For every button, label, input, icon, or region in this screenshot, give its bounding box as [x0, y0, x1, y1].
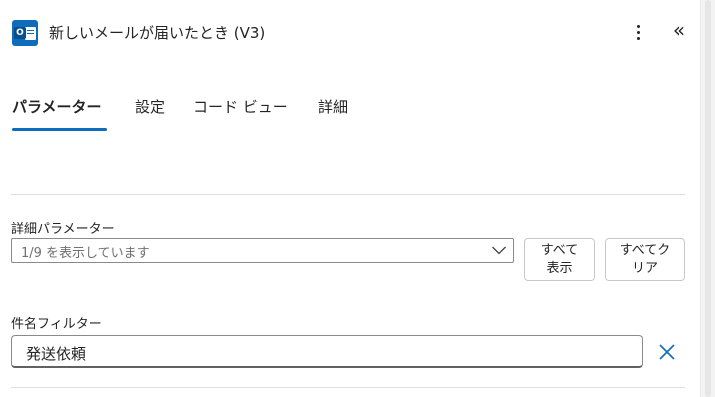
scrollbar-thumb[interactable] [705, 0, 711, 397]
tab-code-view[interactable]: コード ビュー [193, 96, 288, 117]
close-icon[interactable] [656, 341, 678, 363]
tab-details[interactable]: 詳細 [318, 96, 348, 117]
show-all-label-line1: すべて [540, 243, 579, 258]
more-vertical-icon[interactable] [630, 22, 646, 42]
divider [11, 194, 685, 195]
more-dot [637, 37, 640, 40]
more-dot [637, 25, 640, 28]
show-all-label-line2: 表示 [546, 261, 573, 276]
side-panel: O 新しいメールが届いたとき (V3) « パラメーター 設定 コード ビュー … [0, 0, 700, 397]
active-tab-indicator [12, 128, 107, 131]
panel-header: O 新しいメールが届いたとき (V3) « [0, 0, 700, 64]
dropdown-value: 1/9 を表示しています [21, 246, 150, 261]
more-dot [637, 31, 640, 34]
scrollbar[interactable] [700, 0, 715, 397]
page-title: 新しいメールが届いたとき (V3) [49, 24, 266, 42]
subject-filter-input[interactable]: 発送依頼 [11, 335, 643, 368]
tab-parameters[interactable]: パラメーター [12, 96, 102, 117]
outlook-icon: O [12, 20, 38, 46]
advanced-parameters-label: 詳細パラメーター [11, 222, 115, 237]
subject-filter-label: 件名フィルター [11, 317, 102, 332]
subject-filter-value: 発送依頼 [26, 345, 87, 363]
chevron-down-icon [492, 246, 506, 255]
divider [11, 387, 685, 388]
show-all-button[interactable]: すべて 表示 [524, 238, 595, 281]
outlook-badge: O [14, 27, 26, 39]
double-chevron-left-icon[interactable]: « [669, 18, 689, 42]
clear-all-button[interactable]: すべてク リア [605, 238, 685, 281]
clear-all-label-line1: すべてク [619, 243, 671, 258]
advanced-parameters-dropdown[interactable]: 1/9 を表示しています [11, 238, 514, 263]
clear-all-label-line2: リア [631, 261, 658, 276]
tab-settings[interactable]: 設定 [135, 96, 165, 117]
envelope-shape [25, 27, 36, 40]
